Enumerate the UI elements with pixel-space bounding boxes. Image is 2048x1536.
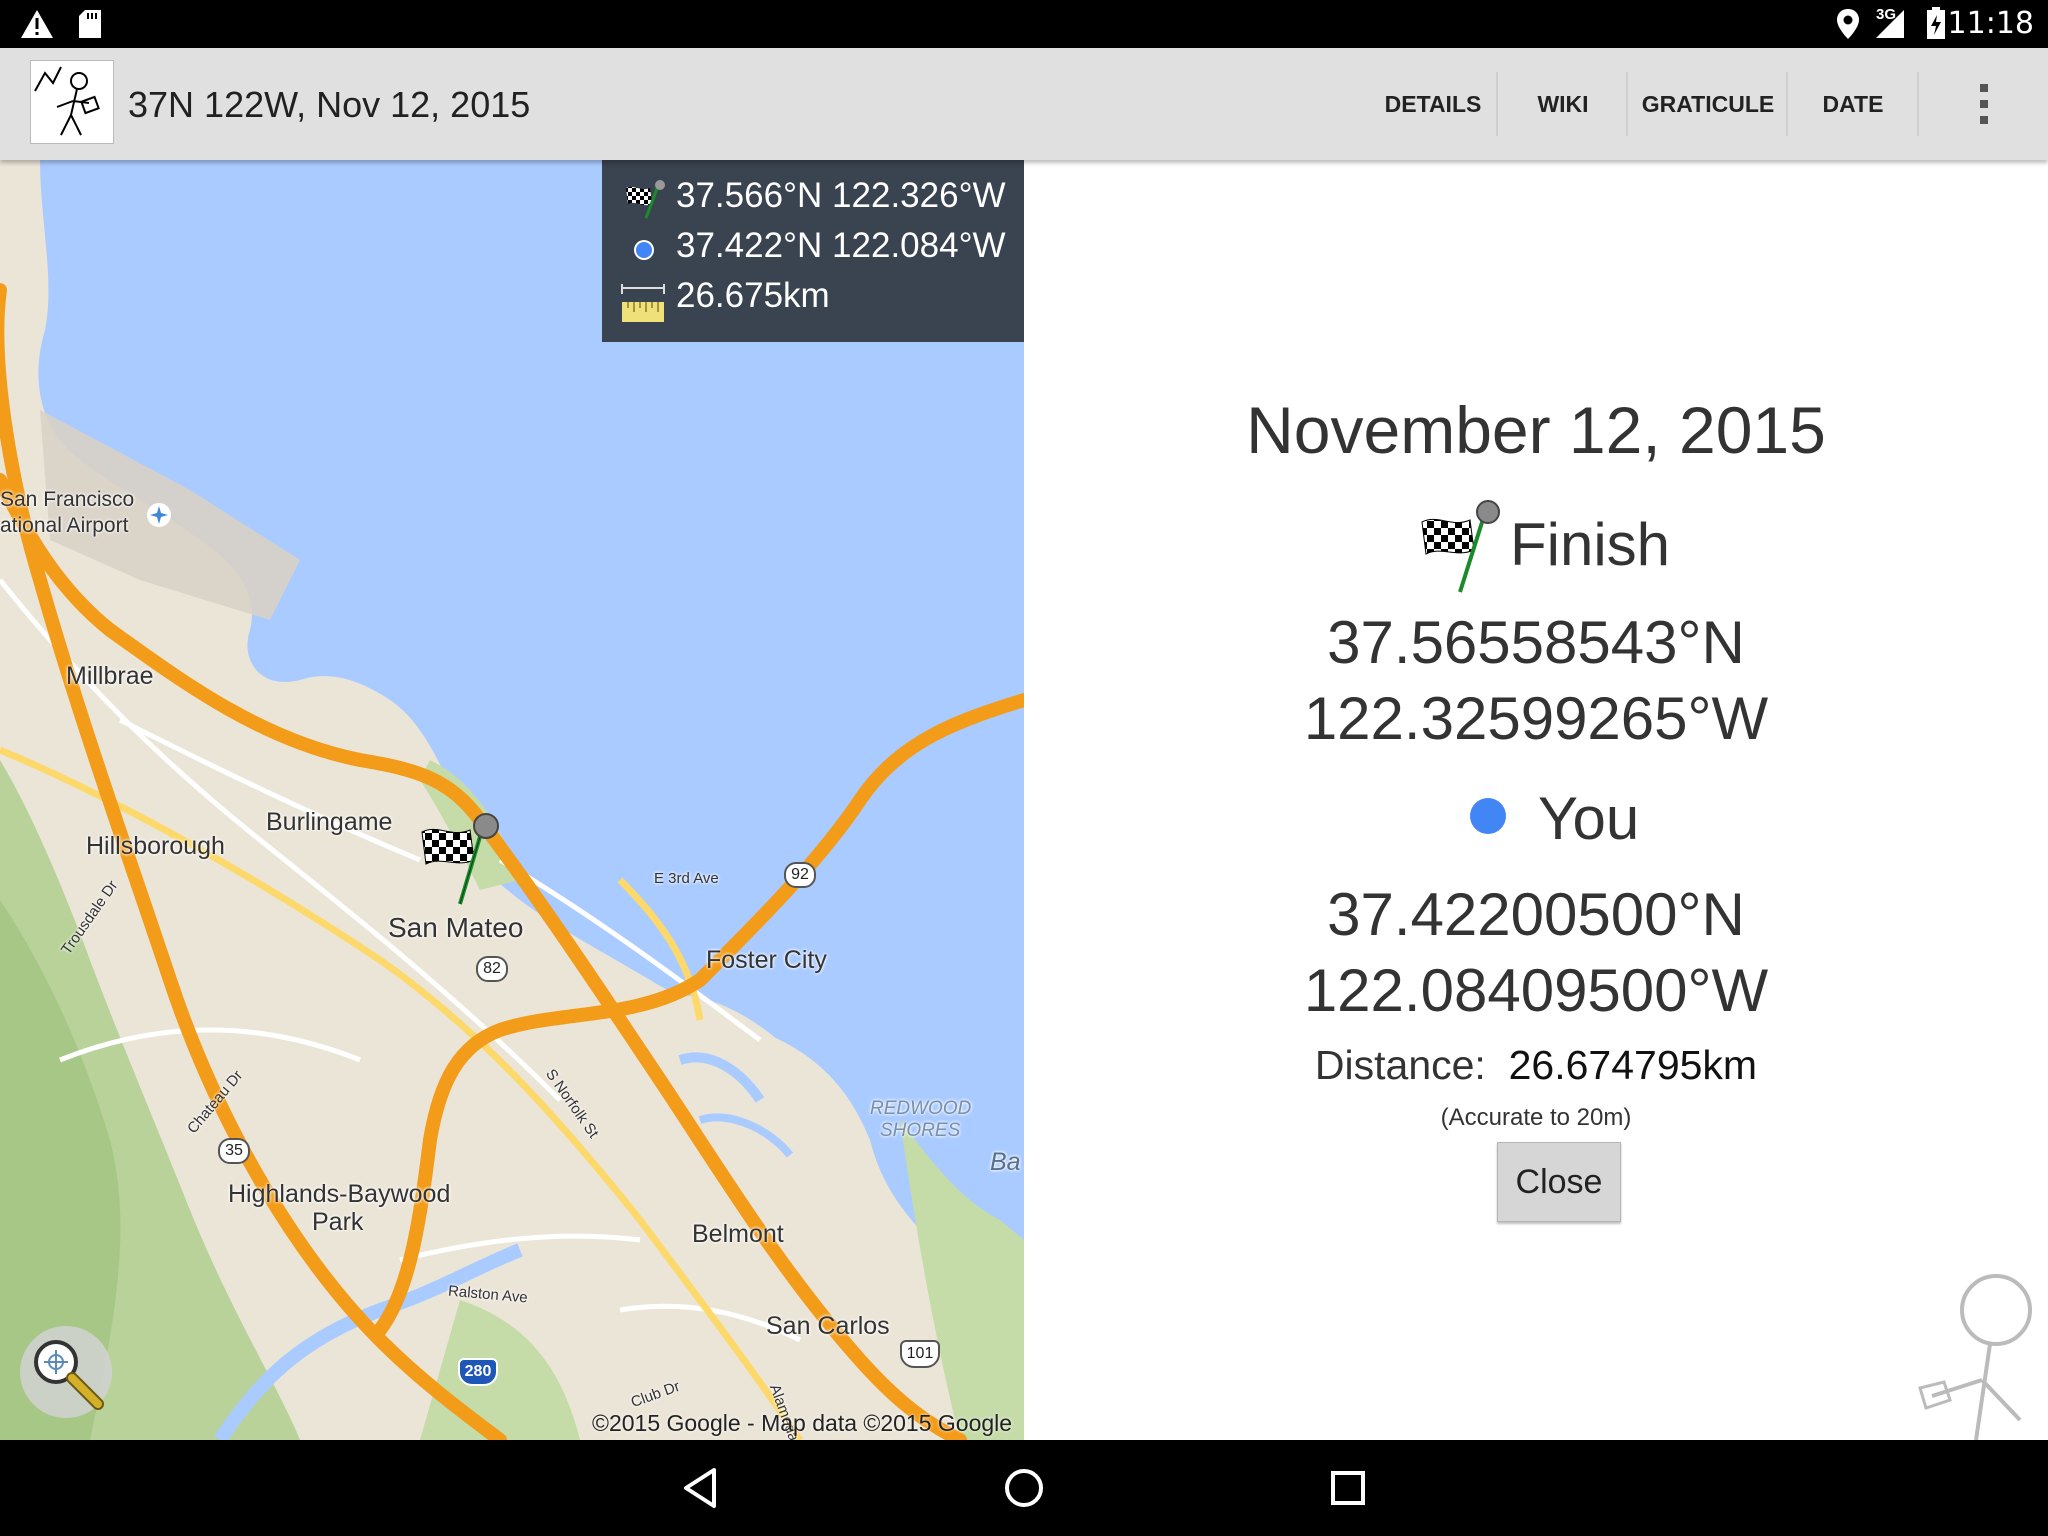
stick-figure-watermark — [1918, 1274, 2032, 1440]
app-title: 37N 122W, Nov 12, 2015 — [128, 84, 531, 125]
highway-shield: 101 — [900, 1340, 940, 1368]
date-button[interactable]: DATE — [1790, 48, 1916, 160]
action-divider — [1496, 72, 1498, 136]
map-label: E 3rd Ave — [654, 870, 719, 887]
wiki-button[interactable]: WIKI — [1500, 48, 1626, 160]
app-logo[interactable] — [30, 60, 114, 144]
airport-icon — [147, 503, 171, 527]
map-label: Park — [312, 1208, 364, 1236]
you-longitude: 122.08409500°W — [1303, 957, 1769, 1024]
distance-readout: 26.675km — [676, 276, 830, 315]
map-label: ational Airport — [0, 514, 129, 537]
navigation-bar — [0, 1440, 2048, 1536]
app-logo-icon — [34, 66, 100, 136]
finish-latitude: 37.56558543°N — [1327, 609, 1745, 676]
you-label: You — [1538, 785, 1640, 852]
finish-coords: 37.566°N 122.326°W — [676, 176, 1006, 215]
distance-value: 26.674795km — [1508, 1042, 1758, 1088]
more-vert-icon[interactable] — [1964, 78, 2004, 130]
map-label: San Mateo — [388, 912, 524, 943]
map-label: Foster City — [706, 946, 827, 974]
map-label: REDWOOD — [870, 1098, 972, 1119]
you-dot-icon — [634, 240, 654, 260]
ruler-icon — [621, 284, 665, 322]
action-divider — [1917, 72, 1919, 136]
map-label: Ba — [990, 1148, 1021, 1176]
action-bar: 37N 122W, Nov 12, 2015 DETAILS WIKI GRAT… — [0, 48, 2048, 160]
status-bar: 3G 11:18 — [0, 0, 2048, 48]
coordinates-overlay: 37.566°N 122.326°W 37.422°N 122.084°W 26… — [602, 160, 1024, 342]
recents-icon[interactable] — [1330, 1470, 1366, 1506]
details-panel: November 12, 2015 Finish 37.56558543°N 1… — [1024, 160, 2048, 1440]
map-view[interactable]: San Francisco ational Airport Millbrae B… — [0, 160, 1024, 1440]
action-divider — [1786, 72, 1788, 136]
back-icon[interactable] — [680, 1466, 720, 1510]
highway-shield: 35 — [218, 1138, 250, 1164]
home-icon[interactable] — [1004, 1468, 1044, 1508]
finish-flag-icon — [626, 180, 665, 219]
battery-icon — [1927, 7, 1945, 39]
you-dot-icon — [1470, 798, 1506, 834]
highway-shield: 82 — [476, 956, 508, 982]
map-canvas — [0, 160, 1024, 1440]
distance-label: Distance: — [1314, 1042, 1486, 1088]
warning-icon — [21, 10, 53, 38]
graticule-button[interactable]: GRATICULE — [1630, 48, 1786, 160]
clock: 11:18 — [1947, 6, 2034, 41]
details-button[interactable]: DETAILS — [1368, 48, 1498, 160]
map-label: SHORES — [880, 1120, 961, 1141]
expedition-date: November 12, 2015 — [1246, 393, 1826, 467]
map-label: Millbrae — [66, 662, 154, 690]
finish-longitude: 122.32599265°W — [1303, 685, 1769, 752]
accuracy-note: (Accurate to 20m) — [1440, 1104, 1632, 1131]
map-label: Highlands-Baywood — [228, 1180, 451, 1208]
action-divider — [1626, 72, 1628, 136]
close-button[interactable]: Close — [1497, 1142, 1621, 1222]
map-label: Hillsborough — [86, 832, 225, 860]
signal-icon — [1876, 10, 1904, 38]
map-label: San Carlos — [766, 1312, 890, 1340]
highway-shield: 280 — [458, 1358, 498, 1386]
you-latitude: 37.42200500°N — [1327, 881, 1745, 948]
distance-row: Distance: 26.674795km — [1024, 1042, 2048, 1089]
map-label: San Francisco — [0, 488, 135, 511]
map-label: Belmont — [692, 1220, 784, 1248]
zoom-to-fit-button[interactable] — [20, 1326, 112, 1418]
finish-flag-icon — [1421, 500, 1500, 593]
map-label: Burlingame — [266, 808, 393, 836]
finish-label: Finish — [1510, 511, 1671, 578]
you-coords: 37.422°N 122.084°W — [676, 226, 1006, 265]
map-copyright: ©2015 Google - Map data ©2015 Google — [592, 1410, 1013, 1436]
location-icon — [1837, 9, 1859, 39]
finish-flag-marker[interactable] — [418, 812, 508, 908]
magnifier-icon — [34, 1340, 104, 1410]
highway-shield: 92 — [784, 862, 816, 888]
sd-card-icon — [79, 10, 101, 38]
